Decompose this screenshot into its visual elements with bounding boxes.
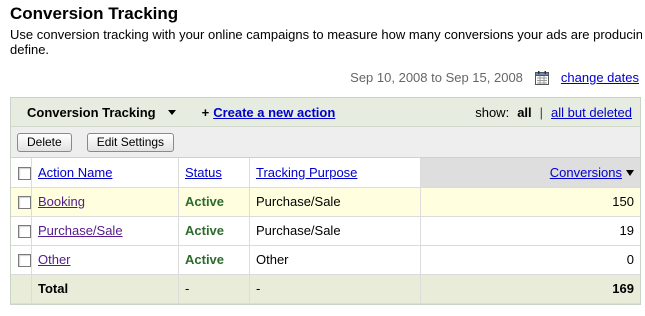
header-action-name: Action Name	[31, 158, 179, 188]
chevron-down-icon	[167, 109, 176, 115]
description-line-1: Use conversion tracking with your online…	[10, 27, 642, 42]
filter-separator: |	[539, 104, 544, 120]
header-conversions: Conversions	[420, 158, 640, 188]
panel-header: Conversion Tracking + Create a new actio…	[11, 98, 640, 127]
edit-settings-button[interactable]: Edit Settings	[86, 132, 175, 152]
description-line-2: define.	[10, 42, 50, 57]
conversions-cell: 0	[420, 245, 640, 275]
total-status: -	[178, 274, 250, 304]
sort-tracking-purpose-link[interactable]: Tracking Purpose	[256, 165, 357, 180]
row-checkbox-cell	[11, 245, 32, 275]
row-checkbox-cell	[11, 216, 32, 246]
change-dates-link[interactable]: change dates	[561, 70, 639, 85]
tracking-purpose-cell: Purchase/Sale	[249, 187, 421, 217]
tracking-purpose-cell: Purchase/Sale	[249, 216, 421, 246]
conversions-cell: 150	[420, 187, 640, 217]
table-row: Booking Active Purchase/Sale 150	[11, 187, 640, 217]
conversions-cell: 19	[420, 216, 640, 246]
action-toolbar: Delete Edit Settings	[11, 127, 640, 158]
header-status: Status	[178, 158, 250, 188]
show-all-but-deleted-link[interactable]: all but deleted	[551, 105, 632, 120]
sort-status-link[interactable]: Status	[185, 165, 222, 180]
row-checkbox-cell	[11, 187, 32, 217]
page-description: Use conversion tracking with your online…	[10, 27, 642, 57]
action-name-link[interactable]: Purchase/Sale	[38, 223, 123, 238]
total-row: Total - - 169	[11, 274, 640, 304]
table-row: Purchase/Sale Active Purchase/Sale 19	[11, 216, 640, 246]
select-all-checkbox[interactable]	[18, 166, 31, 180]
total-conversions: 169	[420, 274, 640, 304]
create-action: + Create a new action	[202, 105, 336, 120]
action-name-link[interactable]: Other	[38, 252, 71, 267]
status-cell: Active	[178, 216, 250, 246]
view-dropdown-label: Conversion Tracking	[27, 104, 156, 120]
view-dropdown[interactable]: Conversion Tracking	[27, 105, 176, 120]
row-checkbox[interactable]	[18, 225, 31, 239]
create-action-link[interactable]: Create a new action	[213, 105, 335, 120]
row-checkbox[interactable]	[18, 254, 31, 268]
show-all-selected: all	[517, 104, 532, 120]
delete-button[interactable]: Delete	[17, 132, 72, 152]
table-row: Other Active Other 0	[11, 245, 640, 275]
row-checkbox[interactable]	[18, 196, 31, 210]
tracking-purpose-cell: Other	[249, 245, 421, 275]
show-label: show:	[475, 104, 510, 120]
status-cell: Active	[178, 245, 250, 275]
action-name-cell: Booking	[31, 187, 179, 217]
conversion-panel: Conversion Tracking + Create a new actio…	[10, 97, 641, 305]
action-name-link[interactable]: Booking	[38, 194, 85, 209]
date-range: Sep 10, 2008 to Sep 15, 2008	[350, 70, 523, 85]
status-cell: Active	[178, 187, 250, 217]
date-bar: Sep 10, 2008 to Sep 15, 2008 change date…	[350, 70, 639, 85]
select-all-cell	[11, 158, 32, 188]
show-filter: show: all | all but deleted	[475, 105, 632, 120]
action-name-cell: Other	[31, 245, 179, 275]
plus-icon: +	[201, 104, 210, 120]
sort-conversions-link[interactable]: Conversions	[550, 165, 622, 180]
sort-action-name-link[interactable]: Action Name	[38, 165, 112, 180]
table-header-row: Action Name Status Tracking Purpose Conv…	[11, 158, 640, 188]
total-label: Total	[31, 274, 179, 304]
sort-descending-icon	[626, 170, 634, 177]
header-tracking-purpose: Tracking Purpose	[249, 158, 421, 188]
total-purpose: -	[249, 274, 421, 304]
action-name-cell: Purchase/Sale	[31, 216, 179, 246]
conversions-table: Action Name Status Tracking Purpose Conv…	[11, 158, 640, 304]
page-title: Conversion Tracking	[10, 4, 179, 23]
total-empty-cell	[11, 274, 32, 304]
calendar-icon[interactable]	[534, 70, 549, 85]
